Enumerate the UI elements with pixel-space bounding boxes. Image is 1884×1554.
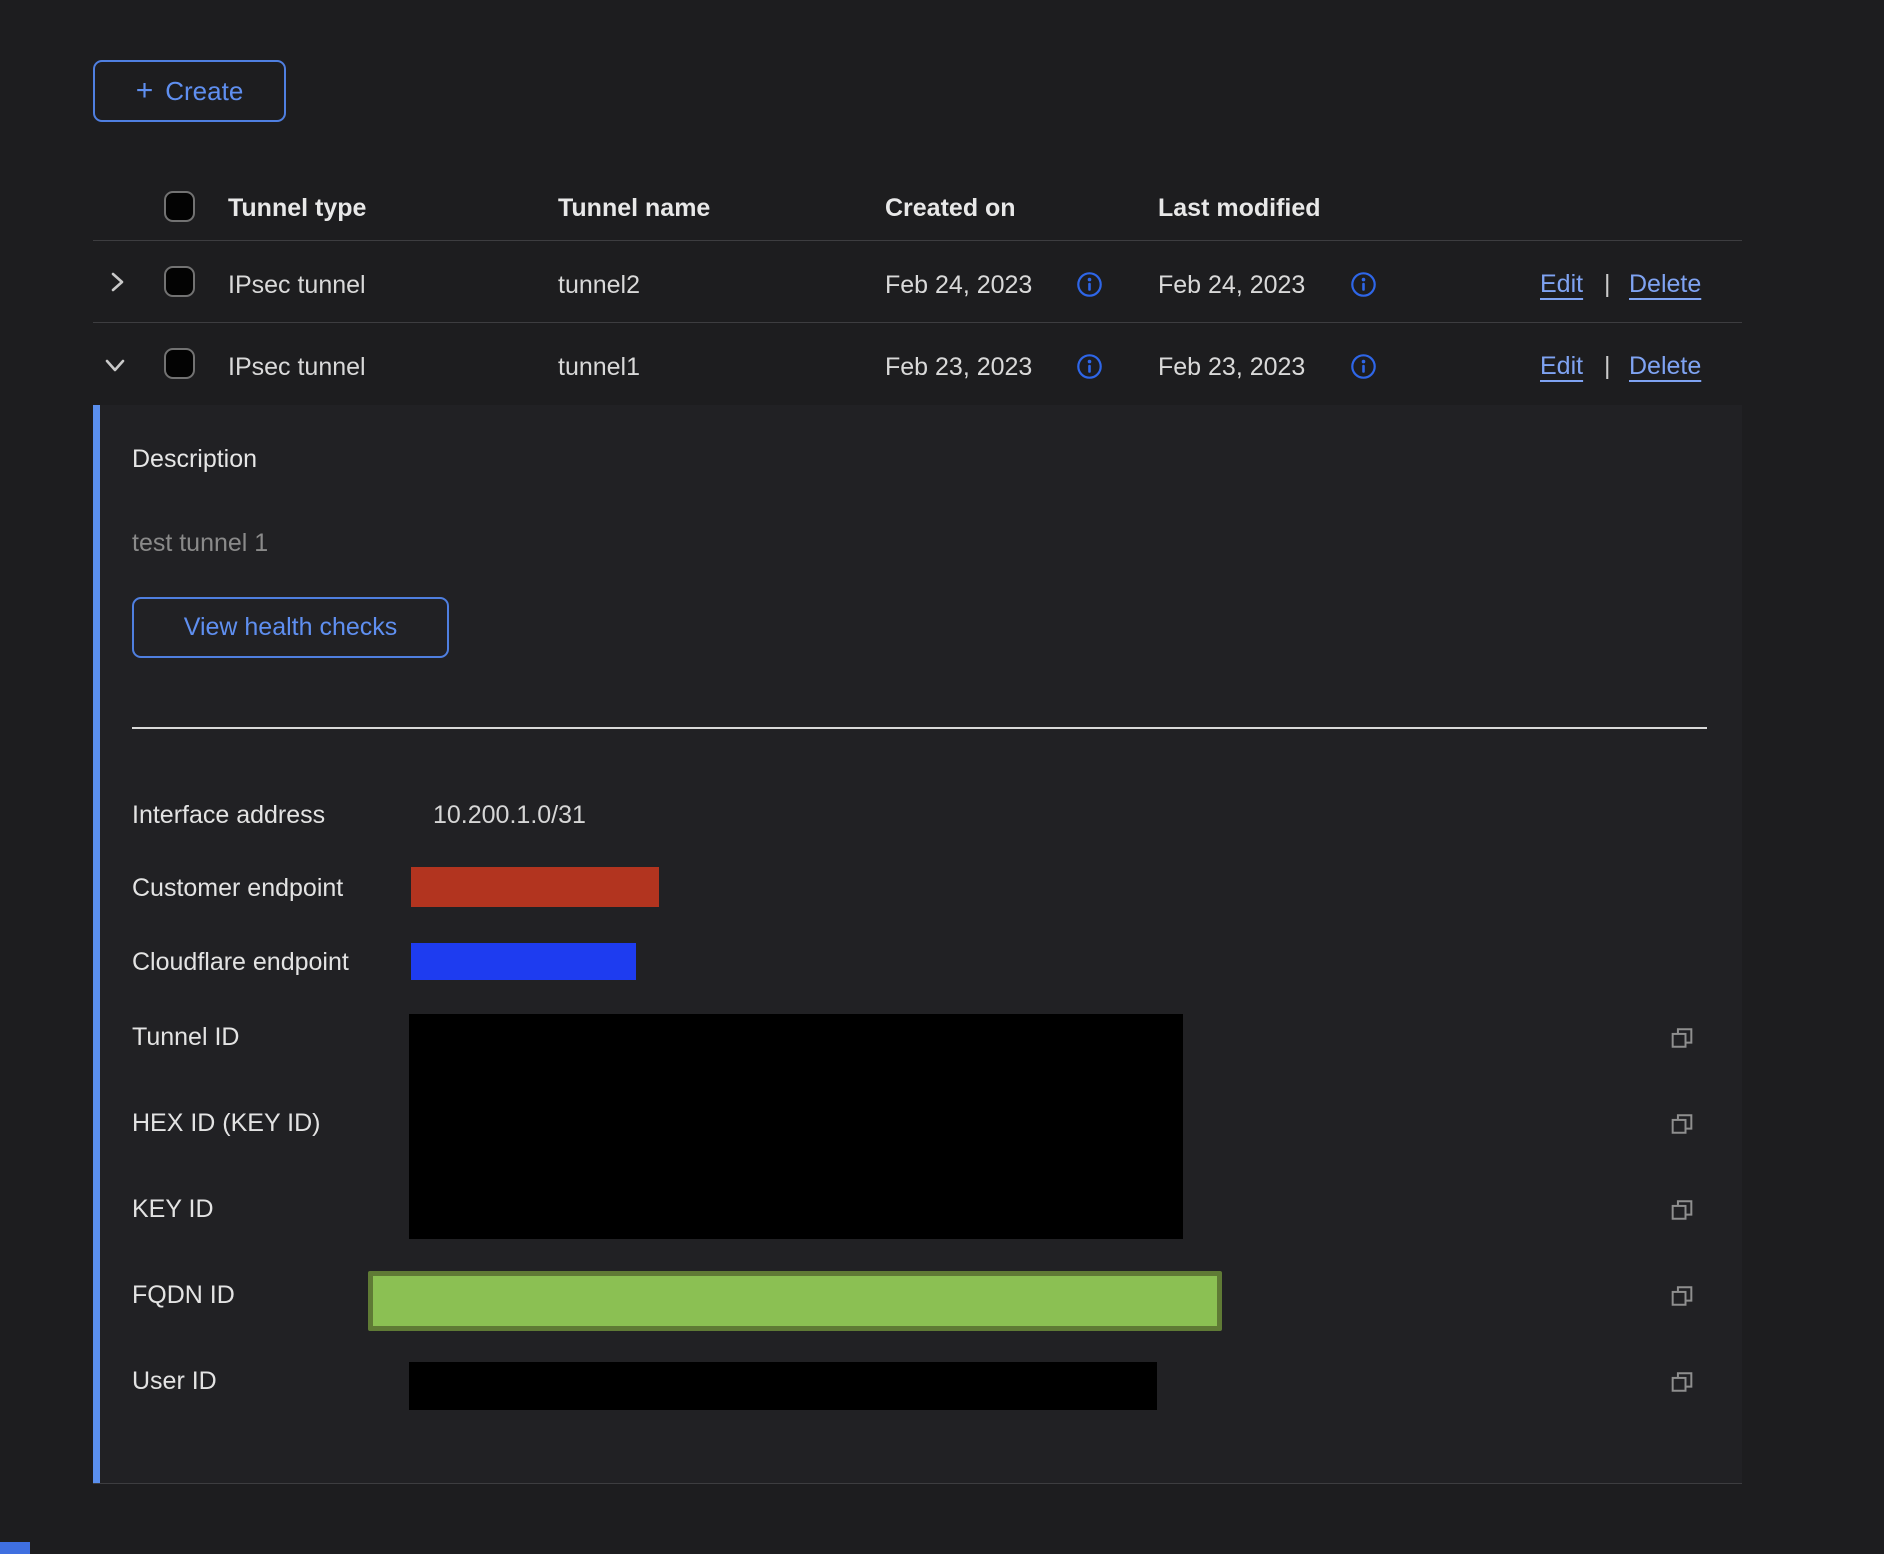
copy-tunnel-id-button[interactable]	[1662, 1018, 1702, 1058]
column-header-tunnel-name: Tunnel name	[558, 193, 710, 223]
copy-icon	[1668, 1282, 1696, 1310]
cloudflare-endpoint-label: Cloudflare endpoint	[132, 948, 349, 977]
corner-accent	[0, 1542, 30, 1554]
expanded-row-accent-border	[93, 405, 100, 1483]
description-value: test tunnel 1	[132, 529, 268, 558]
link-separator: |	[1604, 270, 1611, 299]
select-all-checkbox[interactable]	[164, 191, 195, 222]
fqdn-id-label: FQDN ID	[132, 1281, 235, 1310]
row-divider	[93, 322, 1742, 323]
key-id-label: KEY ID	[132, 1195, 214, 1224]
hex-id-label: HEX ID (KEY ID)	[132, 1109, 320, 1138]
copy-key-id-button[interactable]	[1662, 1190, 1702, 1230]
cloudflare-endpoint-redacted-value	[411, 943, 636, 980]
created-on-cell: Feb 23, 2023	[885, 352, 1032, 382]
tunnel-name-cell: tunnel1	[558, 352, 640, 382]
created-on-cell: Feb 24, 2023	[885, 270, 1032, 300]
tunnel-id-hex-key-redacted-values	[409, 1014, 1183, 1239]
copy-hex-id-button[interactable]	[1662, 1104, 1702, 1144]
fqdn-id-redacted-value	[368, 1271, 1222, 1331]
tunnel-type-cell: IPsec tunnel	[228, 352, 366, 382]
info-icon[interactable]	[1350, 353, 1377, 380]
customer-endpoint-redacted-value	[411, 867, 659, 907]
create-button-label: Create	[165, 76, 243, 107]
column-header-created-on: Created on	[885, 193, 1016, 223]
copy-icon	[1668, 1196, 1696, 1224]
customer-endpoint-label: Customer endpoint	[132, 874, 343, 903]
last-modified-cell: Feb 23, 2023	[1158, 352, 1305, 382]
link-separator: |	[1604, 352, 1611, 381]
chevron-right-icon[interactable]	[102, 267, 132, 297]
tunnel-name-cell: tunnel2	[558, 270, 640, 300]
create-button[interactable]: + Create	[93, 60, 286, 122]
info-icon[interactable]	[1076, 271, 1103, 298]
info-icon[interactable]	[1076, 353, 1103, 380]
tunnel-id-label: Tunnel ID	[132, 1023, 239, 1052]
copy-icon	[1668, 1110, 1696, 1138]
user-id-redacted-value	[409, 1362, 1157, 1410]
delete-link[interactable]: Delete	[1629, 352, 1701, 381]
copy-icon	[1668, 1368, 1696, 1396]
section-divider	[132, 727, 1707, 729]
delete-link[interactable]: Delete	[1629, 270, 1701, 299]
row-divider	[93, 1483, 1742, 1484]
edit-link[interactable]: Edit	[1540, 352, 1583, 381]
column-header-tunnel-type: Tunnel type	[228, 193, 366, 223]
tunnel-type-cell: IPsec tunnel	[228, 270, 366, 300]
plus-icon: +	[136, 76, 154, 106]
interface-address-value: 10.200.1.0/31	[433, 801, 586, 830]
interface-address-label: Interface address	[132, 801, 325, 830]
copy-fqdn-id-button[interactable]	[1662, 1276, 1702, 1316]
edit-link[interactable]: Edit	[1540, 270, 1583, 299]
view-health-checks-button[interactable]: View health checks	[132, 597, 449, 658]
description-label: Description	[132, 445, 257, 474]
last-modified-cell: Feb 24, 2023	[1158, 270, 1305, 300]
column-header-last-modified: Last modified	[1158, 193, 1321, 223]
tunnels-page: + Create Tunnel type Tunnel name Created…	[0, 0, 1884, 1554]
info-icon[interactable]	[1350, 271, 1377, 298]
header-divider	[93, 240, 1742, 241]
copy-icon	[1668, 1024, 1696, 1052]
copy-user-id-button[interactable]	[1662, 1362, 1702, 1402]
user-id-label: User ID	[132, 1367, 217, 1396]
chevron-down-icon[interactable]	[100, 350, 130, 380]
row-checkbox[interactable]	[164, 348, 195, 379]
row-checkbox[interactable]	[164, 266, 195, 297]
